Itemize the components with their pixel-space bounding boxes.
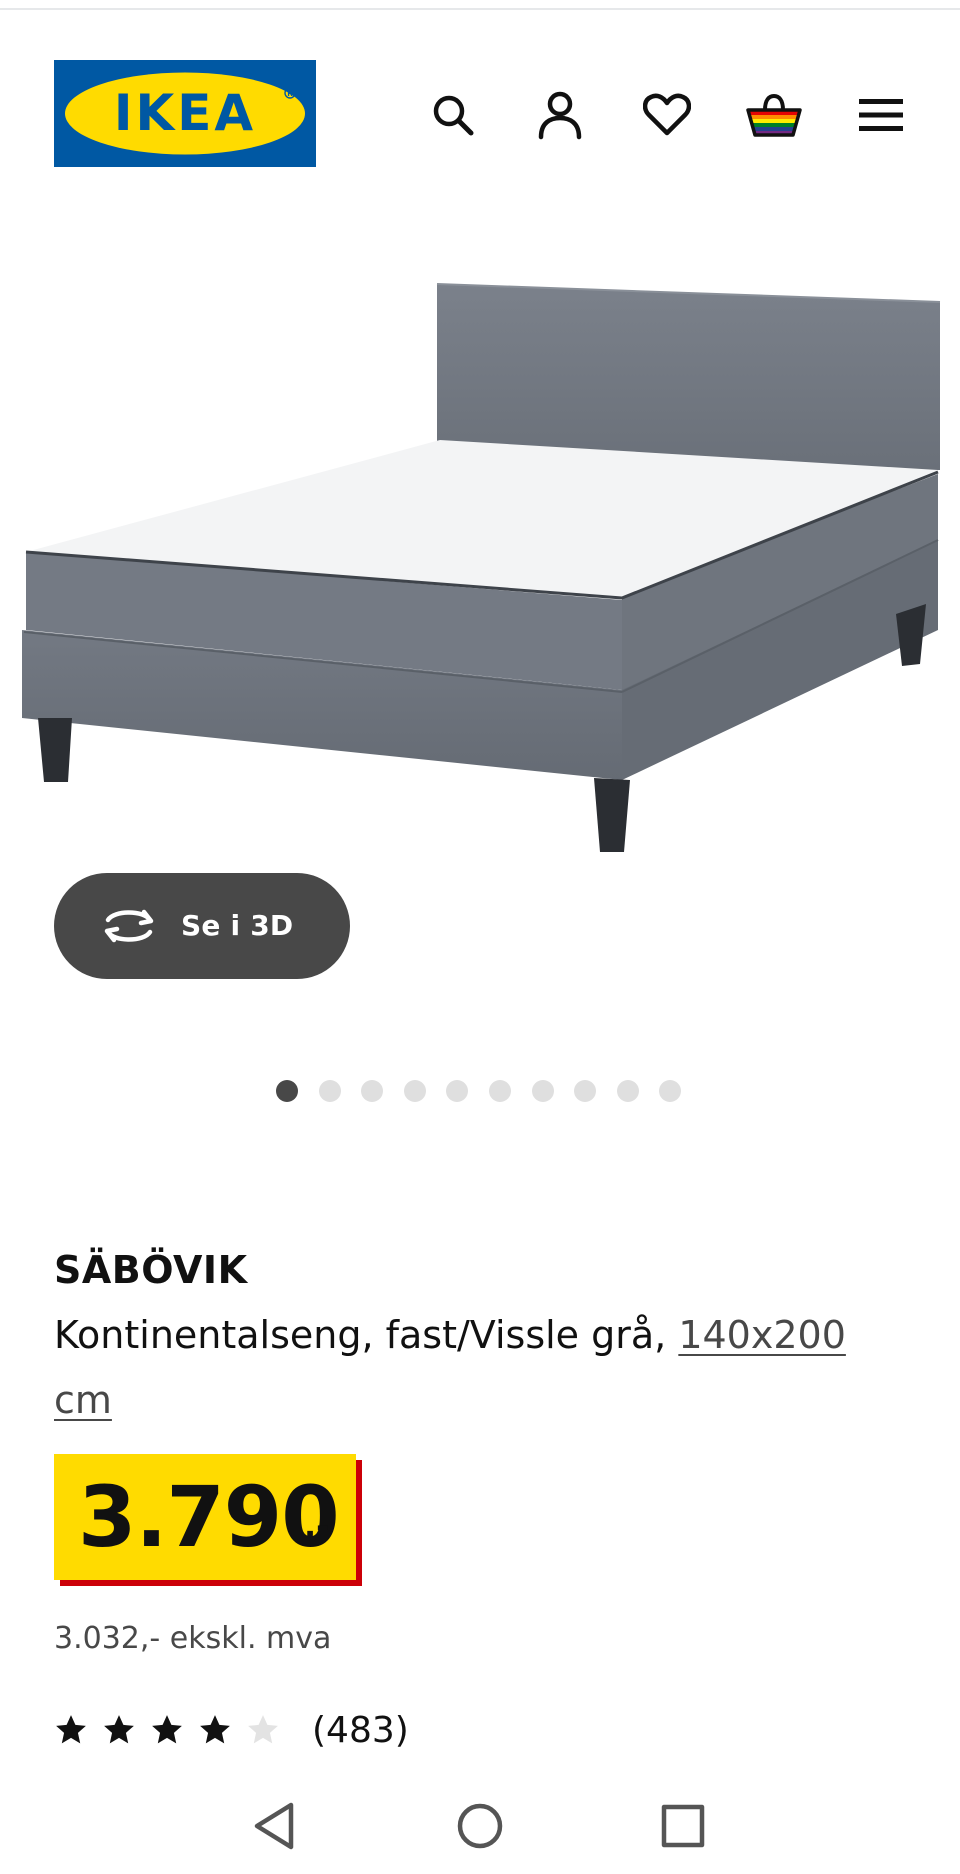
menu-button[interactable] — [850, 84, 912, 146]
wishlist-button[interactable] — [636, 84, 698, 146]
carousel-dot-10[interactable] — [659, 1080, 682, 1102]
search-button[interactable] — [422, 84, 484, 146]
system-back-button[interactable] — [244, 1796, 304, 1856]
price-suffix: ,- — [304, 1507, 330, 1545]
product-description: Kontinentalseng, fast/Vissle grå, 140x20… — [54, 1303, 914, 1433]
shopping-bag-button[interactable] — [743, 84, 805, 146]
carousel-dot-3[interactable] — [361, 1080, 384, 1102]
system-home-button[interactable] — [450, 1796, 510, 1856]
wishlist-heart-icon — [643, 93, 691, 136]
top-divider — [0, 8, 960, 10]
rotate-3d-icon — [104, 909, 154, 943]
search-icon — [433, 95, 474, 136]
rating-summary[interactable]: (483) — [54, 1708, 409, 1752]
carousel-dot-6[interactable] — [488, 1080, 511, 1102]
carousel-dot-1[interactable] — [276, 1080, 298, 1102]
product-name: SÄBÖVIK — [54, 1248, 248, 1292]
carousel-dot-4[interactable] — [403, 1080, 426, 1102]
carousel-dot-8[interactable] — [574, 1080, 597, 1102]
star-filled-icon — [152, 1715, 182, 1744]
image-carousel-dots — [276, 1080, 682, 1102]
carousel-dot-5[interactable] — [446, 1080, 469, 1102]
review-count: (483) — [312, 1709, 409, 1751]
view-in-3d-button[interactable]: Se i 3D — [54, 873, 350, 979]
star-empty-icon — [248, 1715, 278, 1744]
account-button[interactable] — [529, 84, 591, 146]
star-filled-icon — [200, 1715, 230, 1744]
ikea-logo[interactable]: IKEA R — [54, 60, 316, 167]
system-recents-button[interactable] — [653, 1796, 713, 1856]
carousel-dot-2[interactable] — [318, 1080, 341, 1102]
bed-illustration — [22, 283, 941, 852]
product-description-text: Kontinentalseng, fast/Vissle grå, — [54, 1313, 679, 1357]
svg-text:R: R — [287, 90, 293, 98]
recents-icon — [661, 1804, 705, 1848]
menu-icon — [859, 99, 903, 131]
shopping-bag-icon — [746, 93, 802, 137]
view-in-3d-label: Se i 3D — [181, 909, 294, 942]
star-filled-icon — [56, 1715, 86, 1744]
product-image[interactable] — [0, 240, 960, 880]
back-icon — [254, 1802, 294, 1850]
star-filled-icon — [104, 1715, 134, 1744]
price-integer: 3.790 — [78, 1468, 340, 1566]
price-excluding-vat: 3.032,- ekskl. mva — [54, 1621, 332, 1656]
price-tag: 3.790 ,- — [54, 1454, 356, 1580]
carousel-dot-7[interactable] — [531, 1080, 554, 1102]
home-icon — [457, 1803, 503, 1849]
account-icon — [538, 91, 582, 140]
carousel-dot-9[interactable] — [616, 1080, 639, 1102]
svg-text:IKEA: IKEA — [114, 84, 256, 142]
